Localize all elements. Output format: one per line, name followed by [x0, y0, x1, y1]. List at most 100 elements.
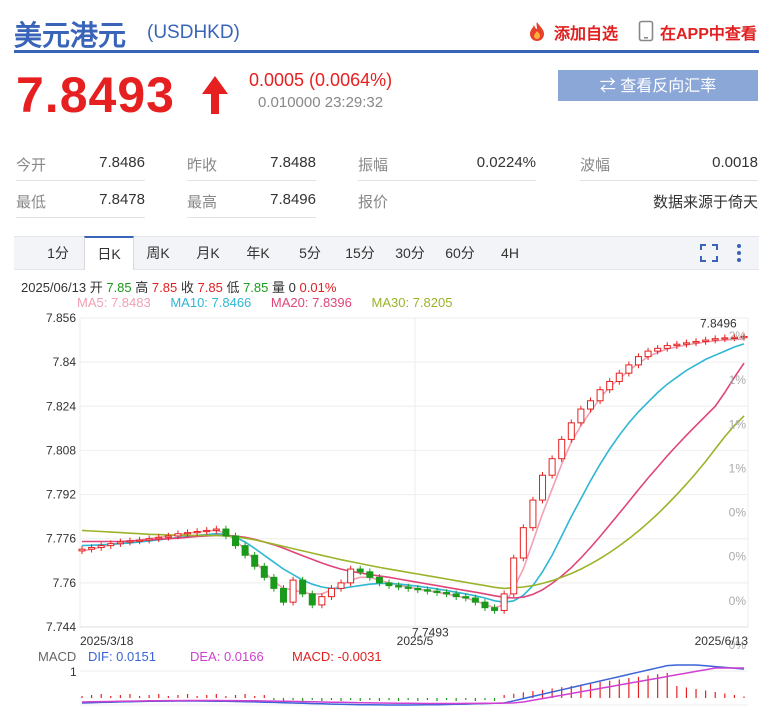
- candle-body: [519, 527, 527, 559]
- ma-line-ma5: [81, 338, 745, 609]
- ma20-label: MA20: 7.8396: [270, 295, 352, 310]
- ma30-label: MA30: 7.8205: [371, 295, 453, 310]
- more-menu-icon[interactable]: [728, 237, 750, 269]
- add-watchlist-link[interactable]: 添加自选: [526, 20, 618, 47]
- candle-body: [586, 400, 594, 410]
- candle-body: [548, 458, 556, 476]
- candle-body: [356, 568, 364, 573]
- candle-body: [443, 592, 451, 595]
- y-tick-label: 7.776: [46, 532, 76, 546]
- candle-body: [212, 528, 220, 531]
- candle-body: [423, 589, 431, 592]
- current-price: 7.8493: [16, 67, 175, 123]
- candle-body: [634, 356, 642, 366]
- candle-body: [606, 380, 614, 391]
- macd-dea-line: [81, 667, 744, 705]
- tab-5min[interactable]: 5分: [286, 237, 334, 269]
- candle-body: [615, 372, 623, 382]
- candle: [606, 378, 614, 394]
- candle: [145, 535, 153, 544]
- candle-body: [308, 593, 316, 606]
- fire-icon: [526, 20, 548, 47]
- add-watchlist-label: 添加自选: [554, 26, 619, 43]
- tab-yearly[interactable]: 年K: [234, 237, 282, 269]
- reverse-rate-button[interactable]: ⇄ 查看反向汇率 HKDUSD: [558, 70, 758, 126]
- stat-value: 0.0224%: [476, 154, 536, 171]
- candle-body: [539, 474, 547, 501]
- candle: [251, 551, 259, 570]
- candle-body: [462, 596, 470, 599]
- candle-body: [347, 568, 355, 584]
- candle-body: [184, 532, 192, 535]
- candle-body: [97, 545, 105, 549]
- tab-1min[interactable]: 1分: [34, 237, 82, 269]
- pct-tick-label: 1%: [729, 417, 747, 431]
- candle: [299, 576, 307, 598]
- candle-body: [404, 586, 412, 589]
- candle-body: [174, 533, 182, 537]
- candle-body: [375, 576, 383, 584]
- data-source: 数据来源于倚天: [652, 194, 758, 211]
- tab-4h[interactable]: 4H: [486, 237, 534, 269]
- pct-tick-label: 1%: [729, 373, 747, 387]
- macd-legend-label: DIF: 0.0151: [88, 649, 156, 664]
- y-tick-label: 7.856: [46, 311, 76, 325]
- up-arrow-icon: [200, 74, 230, 121]
- candle-body: [663, 345, 671, 349]
- candle: [318, 593, 326, 609]
- stat-label: 报价: [358, 194, 389, 211]
- page-header: 美元港元 (USDHKD) 添加自选 在APP中查看: [14, 10, 759, 53]
- max-annotation: 7.8496: [700, 317, 737, 331]
- stat-label: 今开: [16, 157, 47, 174]
- ma-legend: MA5: 7.8483 MA10: 7.8466 MA20: 7.8396 MA…: [77, 295, 468, 310]
- stat-value: 7.8496: [270, 191, 316, 208]
- candle-body: [164, 535, 172, 538]
- stat-label: 振幅: [358, 157, 389, 174]
- price-change: 0.0005 (0.0064%): [249, 70, 393, 90]
- tab-weekly[interactable]: 周K: [134, 237, 182, 269]
- candle-body: [491, 607, 499, 611]
- candle-body: [155, 536, 163, 540]
- y-tick-label: 7.84: [53, 355, 77, 369]
- x-tick-label: 2025/3/18: [80, 634, 134, 648]
- candle-body: [529, 499, 537, 529]
- candle-body: [299, 579, 307, 595]
- pct-tick-label: 0%: [729, 506, 747, 520]
- candle: [519, 524, 527, 562]
- candle: [260, 562, 268, 581]
- view-in-app-link[interactable]: 在APP中查看: [638, 20, 757, 47]
- candle-body: [567, 422, 575, 440]
- pct-tick-label: 1%: [729, 461, 747, 475]
- candle: [510, 554, 518, 598]
- candle: [682, 339, 690, 348]
- tab-daily[interactable]: 日K: [84, 236, 134, 270]
- x-tick-label: 2025/5: [397, 634, 434, 648]
- candle: [567, 419, 575, 443]
- candle: [548, 455, 556, 479]
- candle-body: [596, 389, 604, 402]
- pct-tick-label: 0%: [729, 550, 747, 564]
- tab-15min[interactable]: 15分: [336, 237, 384, 269]
- tab-60min[interactable]: 60分: [436, 237, 484, 269]
- candle: [692, 338, 700, 347]
- stat-label: 最低: [16, 194, 47, 211]
- candle-body: [107, 543, 115, 547]
- candle: [222, 525, 230, 540]
- ma-line-ma10: [81, 343, 745, 604]
- ma5-label: MA5: 7.8483: [77, 295, 151, 310]
- candle: [136, 536, 144, 545]
- candle: [481, 598, 489, 611]
- macd-legend-label: MACD: -0.0031: [292, 649, 382, 664]
- tab-monthly[interactable]: 月K: [184, 237, 232, 269]
- candle: [97, 542, 105, 551]
- kline-chart[interactable]: 7.856 7.84 7.824 7.808 7.792 7.776 7.76 7.744 2%…: [0, 310, 774, 722]
- candle: [577, 405, 585, 427]
- candle-body: [126, 540, 134, 543]
- tab-30min[interactable]: 30分: [386, 237, 434, 269]
- candle-body: [279, 587, 287, 603]
- candle-body: [673, 343, 681, 347]
- fullscreen-icon[interactable]: [694, 237, 724, 269]
- candle-body: [654, 347, 662, 352]
- phone-icon: [638, 20, 654, 47]
- candle-body: [327, 587, 335, 598]
